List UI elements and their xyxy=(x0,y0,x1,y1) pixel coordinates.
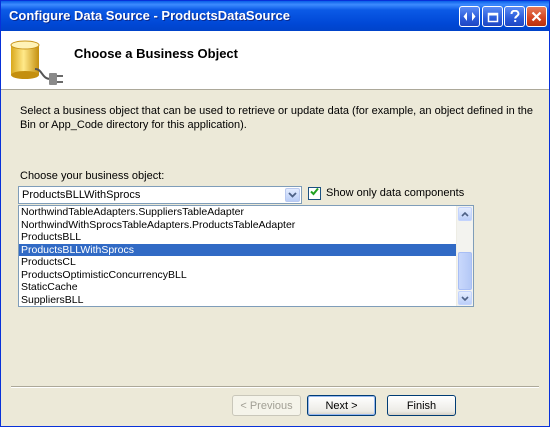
database-connection-icon xyxy=(7,35,65,88)
chevron-down-icon xyxy=(288,189,297,201)
description-text: Select a business object that can be use… xyxy=(20,105,534,131)
previous-button[interactable]: < Previous xyxy=(232,395,301,416)
window-restore-icon xyxy=(487,11,499,23)
checkmark-icon xyxy=(310,187,319,199)
wizard-header: Choose a Business Object xyxy=(1,31,549,90)
combobox-dropdown-button[interactable] xyxy=(285,188,300,202)
double-arrow-icon xyxy=(463,11,476,22)
list-item[interactable]: ProductsBLL xyxy=(19,231,457,244)
close-icon xyxy=(531,11,542,22)
close-button[interactable] xyxy=(526,6,547,27)
dialog-window: Configure Data Source - ProductsDataSour… xyxy=(0,0,550,427)
business-object-label: Choose your business object: xyxy=(20,170,165,182)
scroll-thumb[interactable] xyxy=(458,252,472,290)
show-only-data-components-checkbox[interactable] xyxy=(308,186,321,200)
window-title: Configure Data Source - ProductsDataSour… xyxy=(9,8,290,23)
page-title: Choose a Business Object xyxy=(74,46,238,61)
chevron-up-icon xyxy=(461,208,469,220)
chevron-down-icon xyxy=(461,292,469,304)
list-items: NorthwindTableAdapters.SuppliersTableAda… xyxy=(19,206,457,306)
list-item[interactable]: StaticCache xyxy=(19,281,457,294)
business-object-dropdown-list[interactable]: NorthwindTableAdapters.SuppliersTableAda… xyxy=(18,205,474,307)
scroll-up-button[interactable] xyxy=(458,207,472,221)
show-only-data-components-label: Show only data components xyxy=(326,187,465,199)
list-item[interactable]: SuppliersBLL xyxy=(19,294,457,307)
list-item[interactable]: NorthwindWithSprocsTableAdapters.Product… xyxy=(19,219,457,232)
list-item-selected[interactable]: ProductsBLLWithSprocs xyxy=(19,243,457,256)
list-item[interactable]: ProductsOptimisticConcurrencyBLL xyxy=(19,269,457,282)
question-mark-icon xyxy=(510,10,520,23)
next-button[interactable]: Next > xyxy=(307,395,376,416)
show-only-data-components-option[interactable]: Show only data components xyxy=(308,186,464,200)
help-connector-button[interactable] xyxy=(459,6,480,27)
scroll-down-button[interactable] xyxy=(458,291,472,305)
business-object-combobox[interactable]: ProductsBLLWithSprocs xyxy=(18,186,302,204)
combobox-selected-value: ProductsBLLWithSprocs xyxy=(22,189,141,201)
help-button[interactable] xyxy=(504,6,525,27)
maximize-button[interactable] xyxy=(482,6,503,27)
list-item[interactable]: NorthwindTableAdapters.SuppliersTableAda… xyxy=(19,206,457,219)
finish-button[interactable]: Finish xyxy=(387,395,456,416)
footer-divider xyxy=(11,386,539,388)
title-bar[interactable]: Configure Data Source - ProductsDataSour… xyxy=(1,1,549,31)
list-item[interactable]: ProductsCL xyxy=(19,256,457,269)
list-scrollbar[interactable] xyxy=(456,206,473,306)
